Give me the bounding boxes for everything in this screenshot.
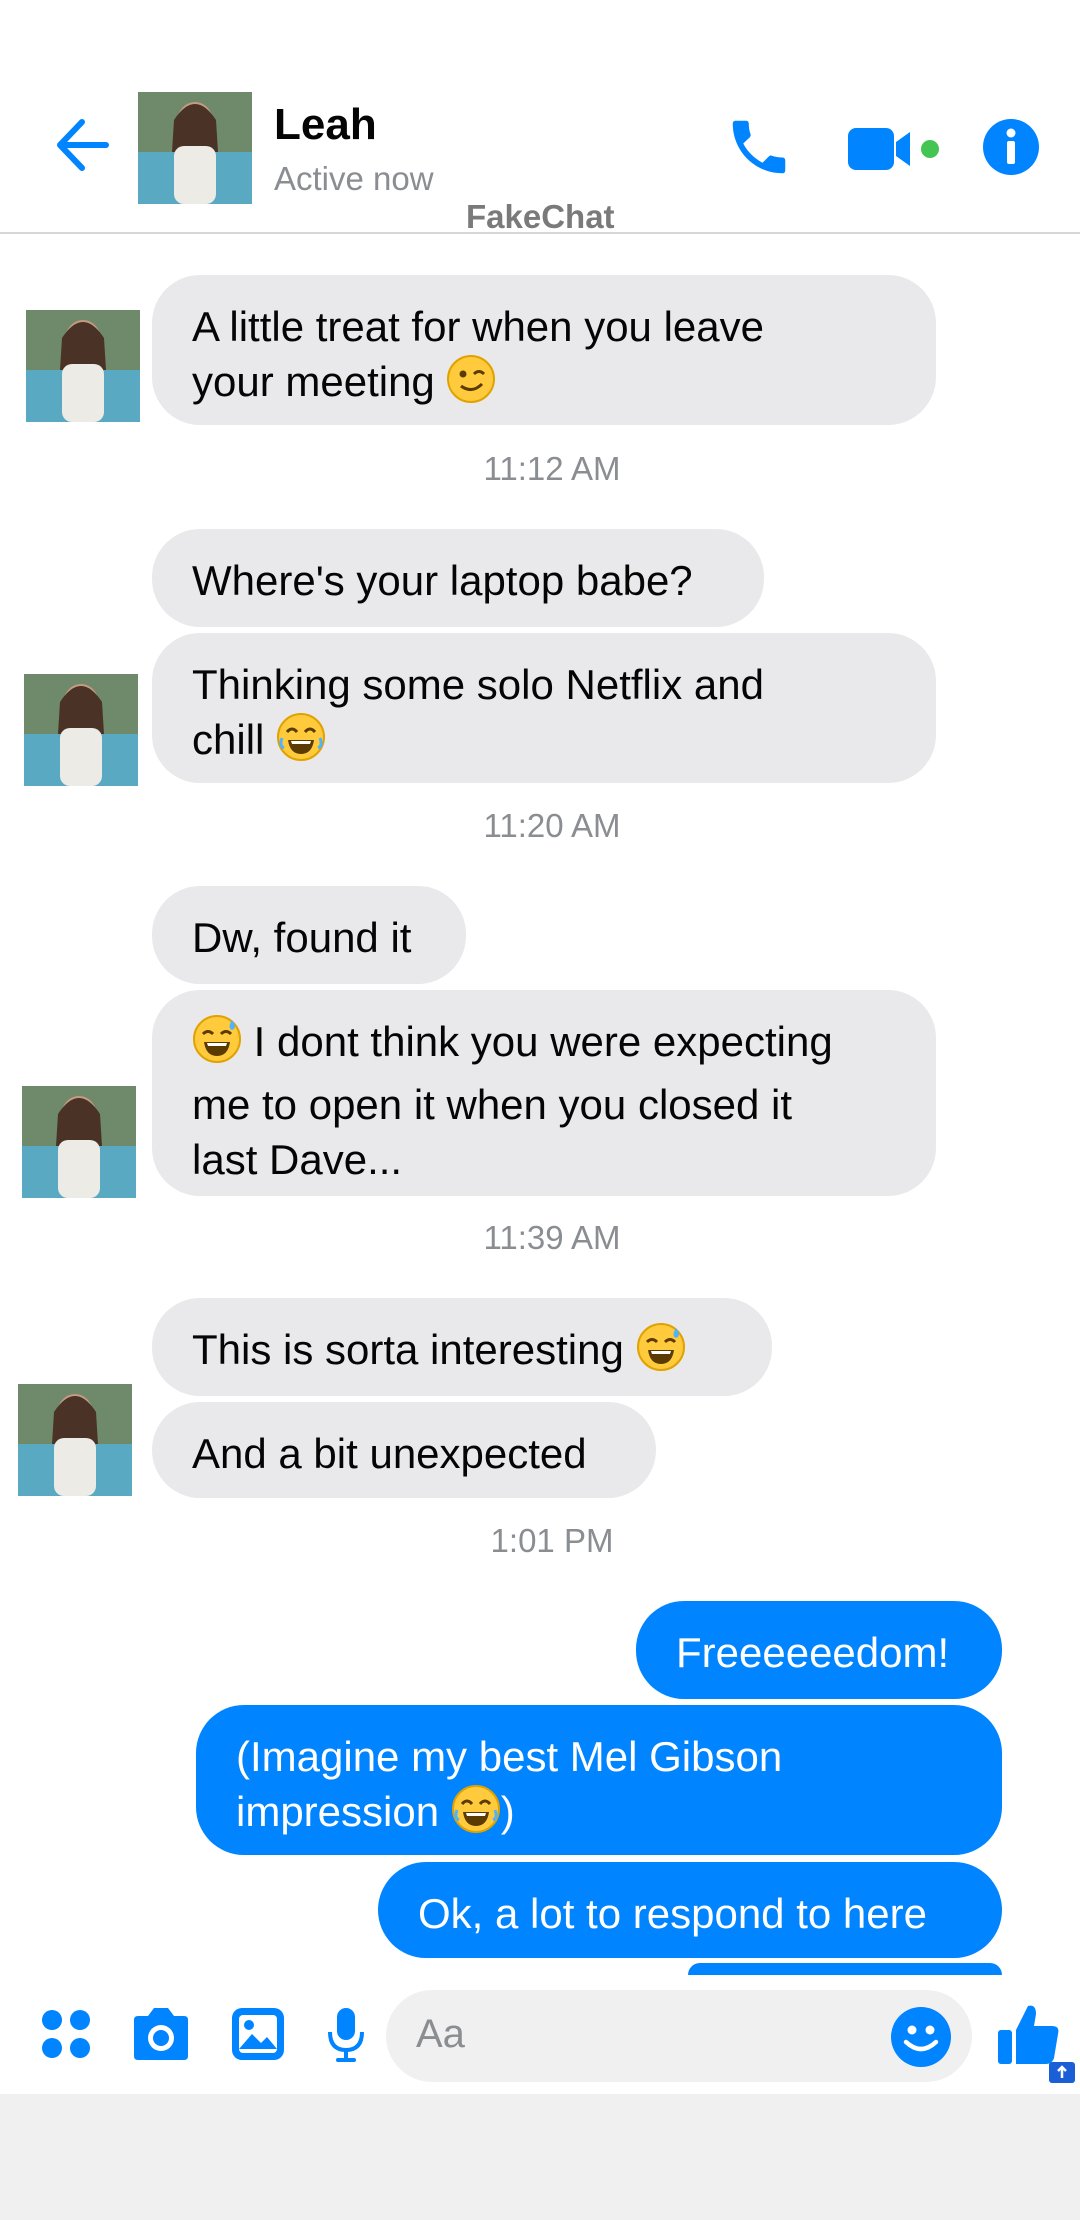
message-text-line: impression [236, 1788, 440, 1835]
message-text-line: A little treat for when you leave [192, 303, 764, 350]
microphone-icon[interactable] [326, 2006, 366, 2069]
info-icon[interactable] [982, 118, 1040, 176]
system-navigation-area [0, 2094, 1080, 2220]
message-timestamp: 1:01 PM [490, 1522, 614, 1559]
apps-icon[interactable] [40, 2008, 92, 2065]
incoming-message-bubble[interactable]: I dont think you were expecting me to op… [152, 990, 936, 1196]
sweat-smile-emoji-icon [192, 1014, 242, 1077]
sweat-smile-emoji-icon [636, 1322, 686, 1385]
message-text-line: chill [192, 716, 265, 763]
laughing-face-emoji-icon [276, 712, 326, 775]
message-text: This is sorta interesting [192, 1326, 624, 1373]
outgoing-message-bubble[interactable]: (Imagine my best Mel Gibson impression ) [196, 1705, 1002, 1855]
back-arrow-icon[interactable] [48, 112, 114, 178]
gallery-icon[interactable] [230, 2006, 286, 2067]
laughing-face-emoji-icon [451, 1784, 501, 1847]
message-input[interactable]: Aa [386, 1990, 972, 2082]
contact-avatar[interactable] [22, 1086, 136, 1198]
message-text-tail: ) [500, 1788, 515, 1835]
incoming-message-bubble[interactable]: And a bit unexpected [152, 1402, 656, 1498]
message-text-line: (Imagine my best Mel Gibson [236, 1733, 783, 1780]
contact-avatar[interactable] [24, 674, 138, 786]
message-text: Ok, a lot to respond to here [418, 1890, 927, 1937]
chat-header: Leah Active now FakeChat [0, 0, 1080, 235]
smiley-icon[interactable] [890, 2006, 952, 2073]
message-text: Freeeeeedom! [676, 1629, 950, 1676]
message-timestamp: 11:20 AM [483, 807, 621, 844]
message-text-line: last Dave... [192, 1136, 403, 1183]
outgoing-message-bubble-partial[interactable] [688, 1963, 1002, 1975]
message-text: Dw, found it [192, 914, 412, 961]
online-indicator [921, 140, 939, 158]
incoming-message-bubble[interactable]: Thinking some solo Netflix and chill [152, 633, 936, 783]
message-text-line: I dont think you were expecting [253, 1018, 833, 1065]
message-timestamp: 11:12 AM [483, 450, 621, 487]
winking-face-emoji-icon [446, 354, 496, 417]
outgoing-message-bubble[interactable]: Ok, a lot to respond to here [378, 1862, 1002, 1958]
contact-avatar[interactable] [138, 92, 252, 204]
contact-name[interactable]: Leah [274, 100, 377, 150]
lock-badge-icon [1048, 2058, 1076, 2089]
message-text-line: your meeting [192, 358, 435, 405]
incoming-message-bubble[interactable]: A little treat for when you leave your m… [152, 275, 936, 425]
phone-icon[interactable] [724, 112, 794, 182]
outgoing-message-bubble[interactable]: Freeeeeedom! [636, 1601, 1002, 1699]
incoming-message-bubble[interactable]: This is sorta interesting [152, 1298, 772, 1396]
contact-avatar[interactable] [18, 1384, 132, 1496]
message-text-line: Thinking some solo Netflix and [192, 661, 764, 708]
presence-status: Active now [274, 160, 434, 197]
camera-icon[interactable] [130, 2006, 192, 2067]
message-text: Where's your laptop babe? [192, 557, 693, 604]
message-text-line: me to open it when you closed it [192, 1081, 793, 1128]
message-input-placeholder: Aa [416, 2012, 465, 2056]
incoming-message-bubble[interactable]: Dw, found it [152, 886, 466, 984]
incoming-message-bubble[interactable]: Where's your laptop babe? [152, 529, 764, 627]
message-text: And a bit unexpected [192, 1430, 587, 1477]
message-timestamp: 11:39 AM [483, 1219, 621, 1256]
video-camera-icon[interactable] [846, 122, 942, 176]
app-watermark: FakeChat [466, 198, 615, 235]
contact-avatar[interactable] [26, 310, 140, 422]
